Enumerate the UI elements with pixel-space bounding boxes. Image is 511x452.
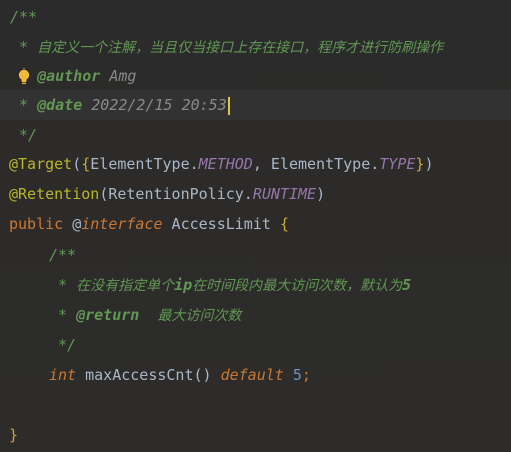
doc-comment-text: */ — [10, 126, 38, 144]
number-literal: 5 — [292, 366, 302, 384]
doc-comment-text: * — [49, 306, 77, 324]
doc-comment-text: /** — [49, 246, 77, 264]
code-line-7[interactable]: @Retention(RetentionPolicy.RUNTIME) — [0, 179, 511, 209]
doc-comment-text: 最大访问次数 — [157, 308, 242, 324]
code-line-13[interactable]: int maxAccessCnt() default 5; — [0, 360, 511, 390]
code-text: ) — [316, 185, 326, 203]
keyword: int — [49, 366, 86, 384]
code-text: , ElementType. — [252, 155, 380, 173]
keyword: public — [9, 215, 73, 233]
code-line-3[interactable]: * @author Amg — [0, 61, 511, 91]
code-line-14[interactable] — [0, 390, 511, 420]
keyword: default — [220, 366, 293, 384]
code-text: ) — [424, 155, 434, 173]
code-text: @ — [72, 215, 82, 233]
code-line-10[interactable]: * 在没有指定单个ip在时间段内最大访问次数，默认为5 — [0, 270, 511, 300]
doc-tag: ip — [174, 276, 193, 294]
constant: TYPE — [379, 155, 416, 173]
doc-comment-text: * — [49, 276, 77, 294]
keyword: ; — [301, 366, 311, 384]
annotation: @Target — [9, 155, 73, 173]
doc-tag: @return — [76, 306, 140, 324]
text-caret — [227, 96, 230, 115]
doc-comment-text: */ — [49, 336, 77, 354]
brace: } — [9, 426, 19, 444]
intention-bulb-icon[interactable] — [16, 68, 32, 86]
code-text: AccessLimit — [162, 215, 280, 233]
constant: RUNTIME — [252, 185, 317, 203]
doc-comment-text: 在没有指定单个 — [76, 278, 175, 294]
code-text: ElementType. — [90, 155, 199, 173]
doc-comment-text: 自定义一个注解，当且仅当接口上存在接口，程序才进行防刷操作 — [37, 40, 444, 56]
doc-tag: 5 — [402, 276, 412, 294]
brace: { — [81, 155, 91, 173]
code-line-9[interactable]: /** — [0, 240, 511, 270]
doc-tag-value: 2022/2/15 20:53 — [82, 96, 227, 114]
doc-comment-text — [139, 306, 157, 324]
code-line-1[interactable]: /** — [0, 2, 511, 32]
doc-comment-text: * — [10, 96, 38, 114]
brace: { — [279, 215, 289, 233]
code-line-15[interactable]: } — [0, 420, 511, 450]
code-line-6[interactable]: @Target({ElementType.METHOD, ElementType… — [0, 149, 511, 179]
doc-tag-value: Amg — [100, 67, 137, 85]
doc-tag: @date — [37, 96, 83, 114]
doc-comment-text: * — [10, 38, 38, 56]
code-text: ( — [72, 155, 82, 173]
code-text: (RetentionPolicy. — [99, 185, 253, 203]
doc-comment-text: 在时间段内最大访问次数，默认为 — [192, 278, 403, 294]
code-text: maxAccessCnt() — [85, 366, 221, 384]
code-line-11[interactable]: * @return 最大访问次数 — [0, 300, 511, 330]
code-line-5[interactable]: */ — [0, 120, 511, 150]
code-line-4-current[interactable]: * @date 2022/2/15 20:53 — [0, 90, 511, 120]
code-line-2[interactable]: * 自定义一个注解，当且仅当接口上存在接口，程序才进行防刷操作 — [0, 32, 511, 62]
code-editor[interactable]: /** * 自定义一个注解，当且仅当接口上存在接口，程序才进行防刷操作 * @a… — [0, 0, 511, 452]
constant: METHOD — [198, 155, 253, 173]
annotation: @Retention — [9, 185, 100, 203]
doc-comment-text: /** — [10, 8, 38, 26]
keyword: interface — [81, 215, 163, 233]
code-line-12[interactable]: */ — [0, 330, 511, 360]
doc-tag: @author — [37, 67, 101, 85]
code-line-8[interactable]: public @interface AccessLimit { — [0, 209, 511, 239]
